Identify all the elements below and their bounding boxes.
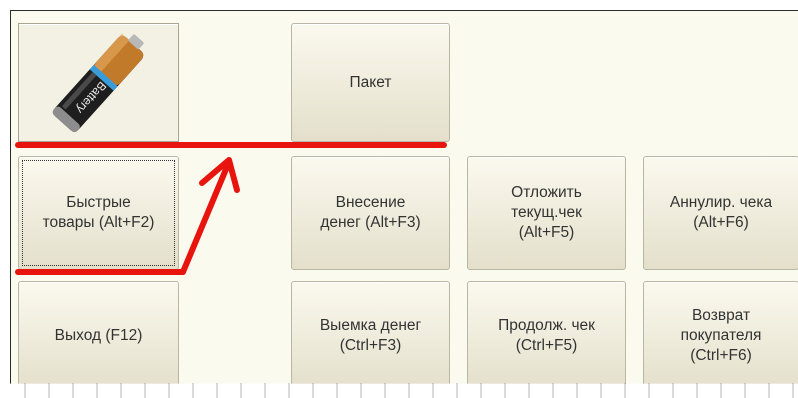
annotation-overlay [15,142,447,275]
annotation-arrow [15,159,232,275]
